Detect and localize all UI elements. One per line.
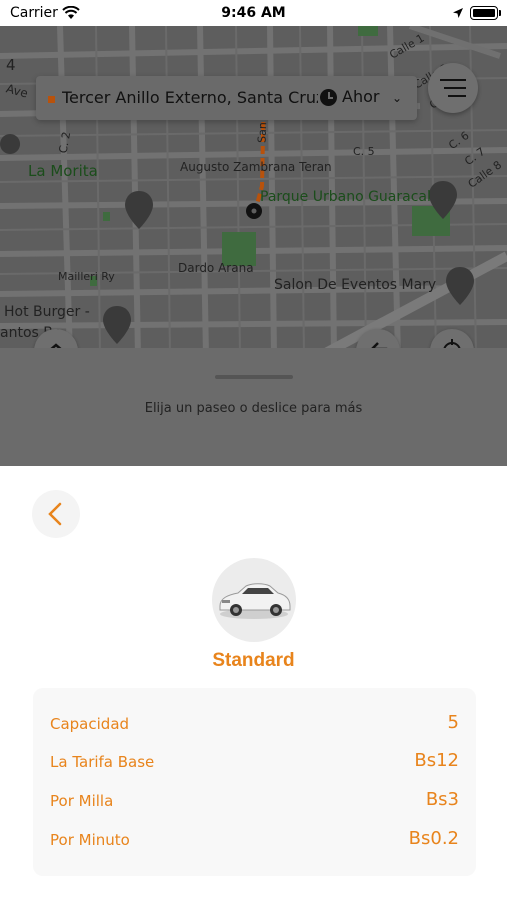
- map-label-c5: C. 5: [353, 145, 375, 158]
- status-bar: Carrier 9:46 AM: [0, 0, 507, 26]
- status-time: 9:46 AM: [221, 5, 286, 21]
- fare-label: La Tarifa Base: [50, 753, 155, 771]
- map-label-parque: Parque Urbano Guaracal: [260, 189, 431, 205]
- chevron-down-icon: ⌄: [392, 91, 403, 105]
- back-button[interactable]: [32, 490, 80, 538]
- battery-tip: [499, 10, 501, 16]
- car-icon: [219, 583, 291, 619]
- menu-line-icon: [440, 79, 466, 81]
- map-label-four: 4: [6, 56, 16, 74]
- chevron-left-icon: [48, 502, 62, 526]
- car-image: [212, 558, 296, 642]
- fare-row-per-minute: Por Minuto Bs0.2: [50, 828, 459, 852]
- map-label-la-morita: La Morita: [28, 162, 98, 180]
- schedule-time-label: Ahor: [342, 87, 380, 106]
- map-label-hot-burger: Hot Burger -: [4, 304, 90, 320]
- map-label-mailleri: Mailleri Ry: [58, 270, 115, 283]
- map-label-san: San: [255, 121, 270, 144]
- destination-marker-icon: [48, 96, 55, 103]
- ride-type-name: Standard: [212, 650, 295, 671]
- menu-line-icon: [444, 87, 466, 89]
- fare-label: Por Milla: [50, 792, 114, 810]
- map-label-dardo: Dardo Arana: [178, 261, 254, 275]
- menu-line-icon: [448, 95, 466, 97]
- fare-label: Capacidad: [50, 715, 130, 733]
- fare-label: Por Minuto: [50, 831, 130, 849]
- clock-icon: [320, 89, 337, 106]
- destination-address[interactable]: Tercer Anillo Externo, Santa Cruz: [62, 88, 330, 107]
- location-arrow-icon: [453, 8, 463, 18]
- ride-detail-sheet: Standard Capacidad 5 La Tarifa Base Bs12…: [0, 466, 507, 900]
- drawer-hint: Elija un paseo o deslice para más: [144, 401, 363, 416]
- schedule-time-selector[interactable]: Ahor ⌄: [318, 86, 406, 110]
- drawer-handle[interactable]: [215, 375, 293, 379]
- map-label-salon: Salon De Eventos Mary: [274, 277, 437, 293]
- fare-row-base: La Tarifa Base Bs12: [50, 750, 459, 774]
- fare-row-per-mile: Por Milla Bs3: [50, 789, 459, 813]
- ride-drawer[interactable]: Elija un paseo o deslice para más: [0, 348, 507, 466]
- fare-value: Bs12: [414, 750, 459, 771]
- fare-row-capacity: Capacidad 5: [50, 712, 459, 736]
- destination-search-bar[interactable]: Tercer Anillo Externo, Santa Cruz Ahor ⌄: [36, 76, 417, 120]
- battery-icon: [470, 6, 498, 20]
- fare-value: Bs3: [425, 789, 459, 810]
- menu-button[interactable]: [428, 63, 478, 113]
- map-label-augusto: Augusto Zambrana Teran: [180, 160, 332, 174]
- fare-value: 5: [447, 712, 459, 733]
- fare-value: Bs0.2: [408, 828, 459, 849]
- fare-details-card: Capacidad 5 La Tarifa Base Bs12 Por Mill…: [33, 688, 476, 876]
